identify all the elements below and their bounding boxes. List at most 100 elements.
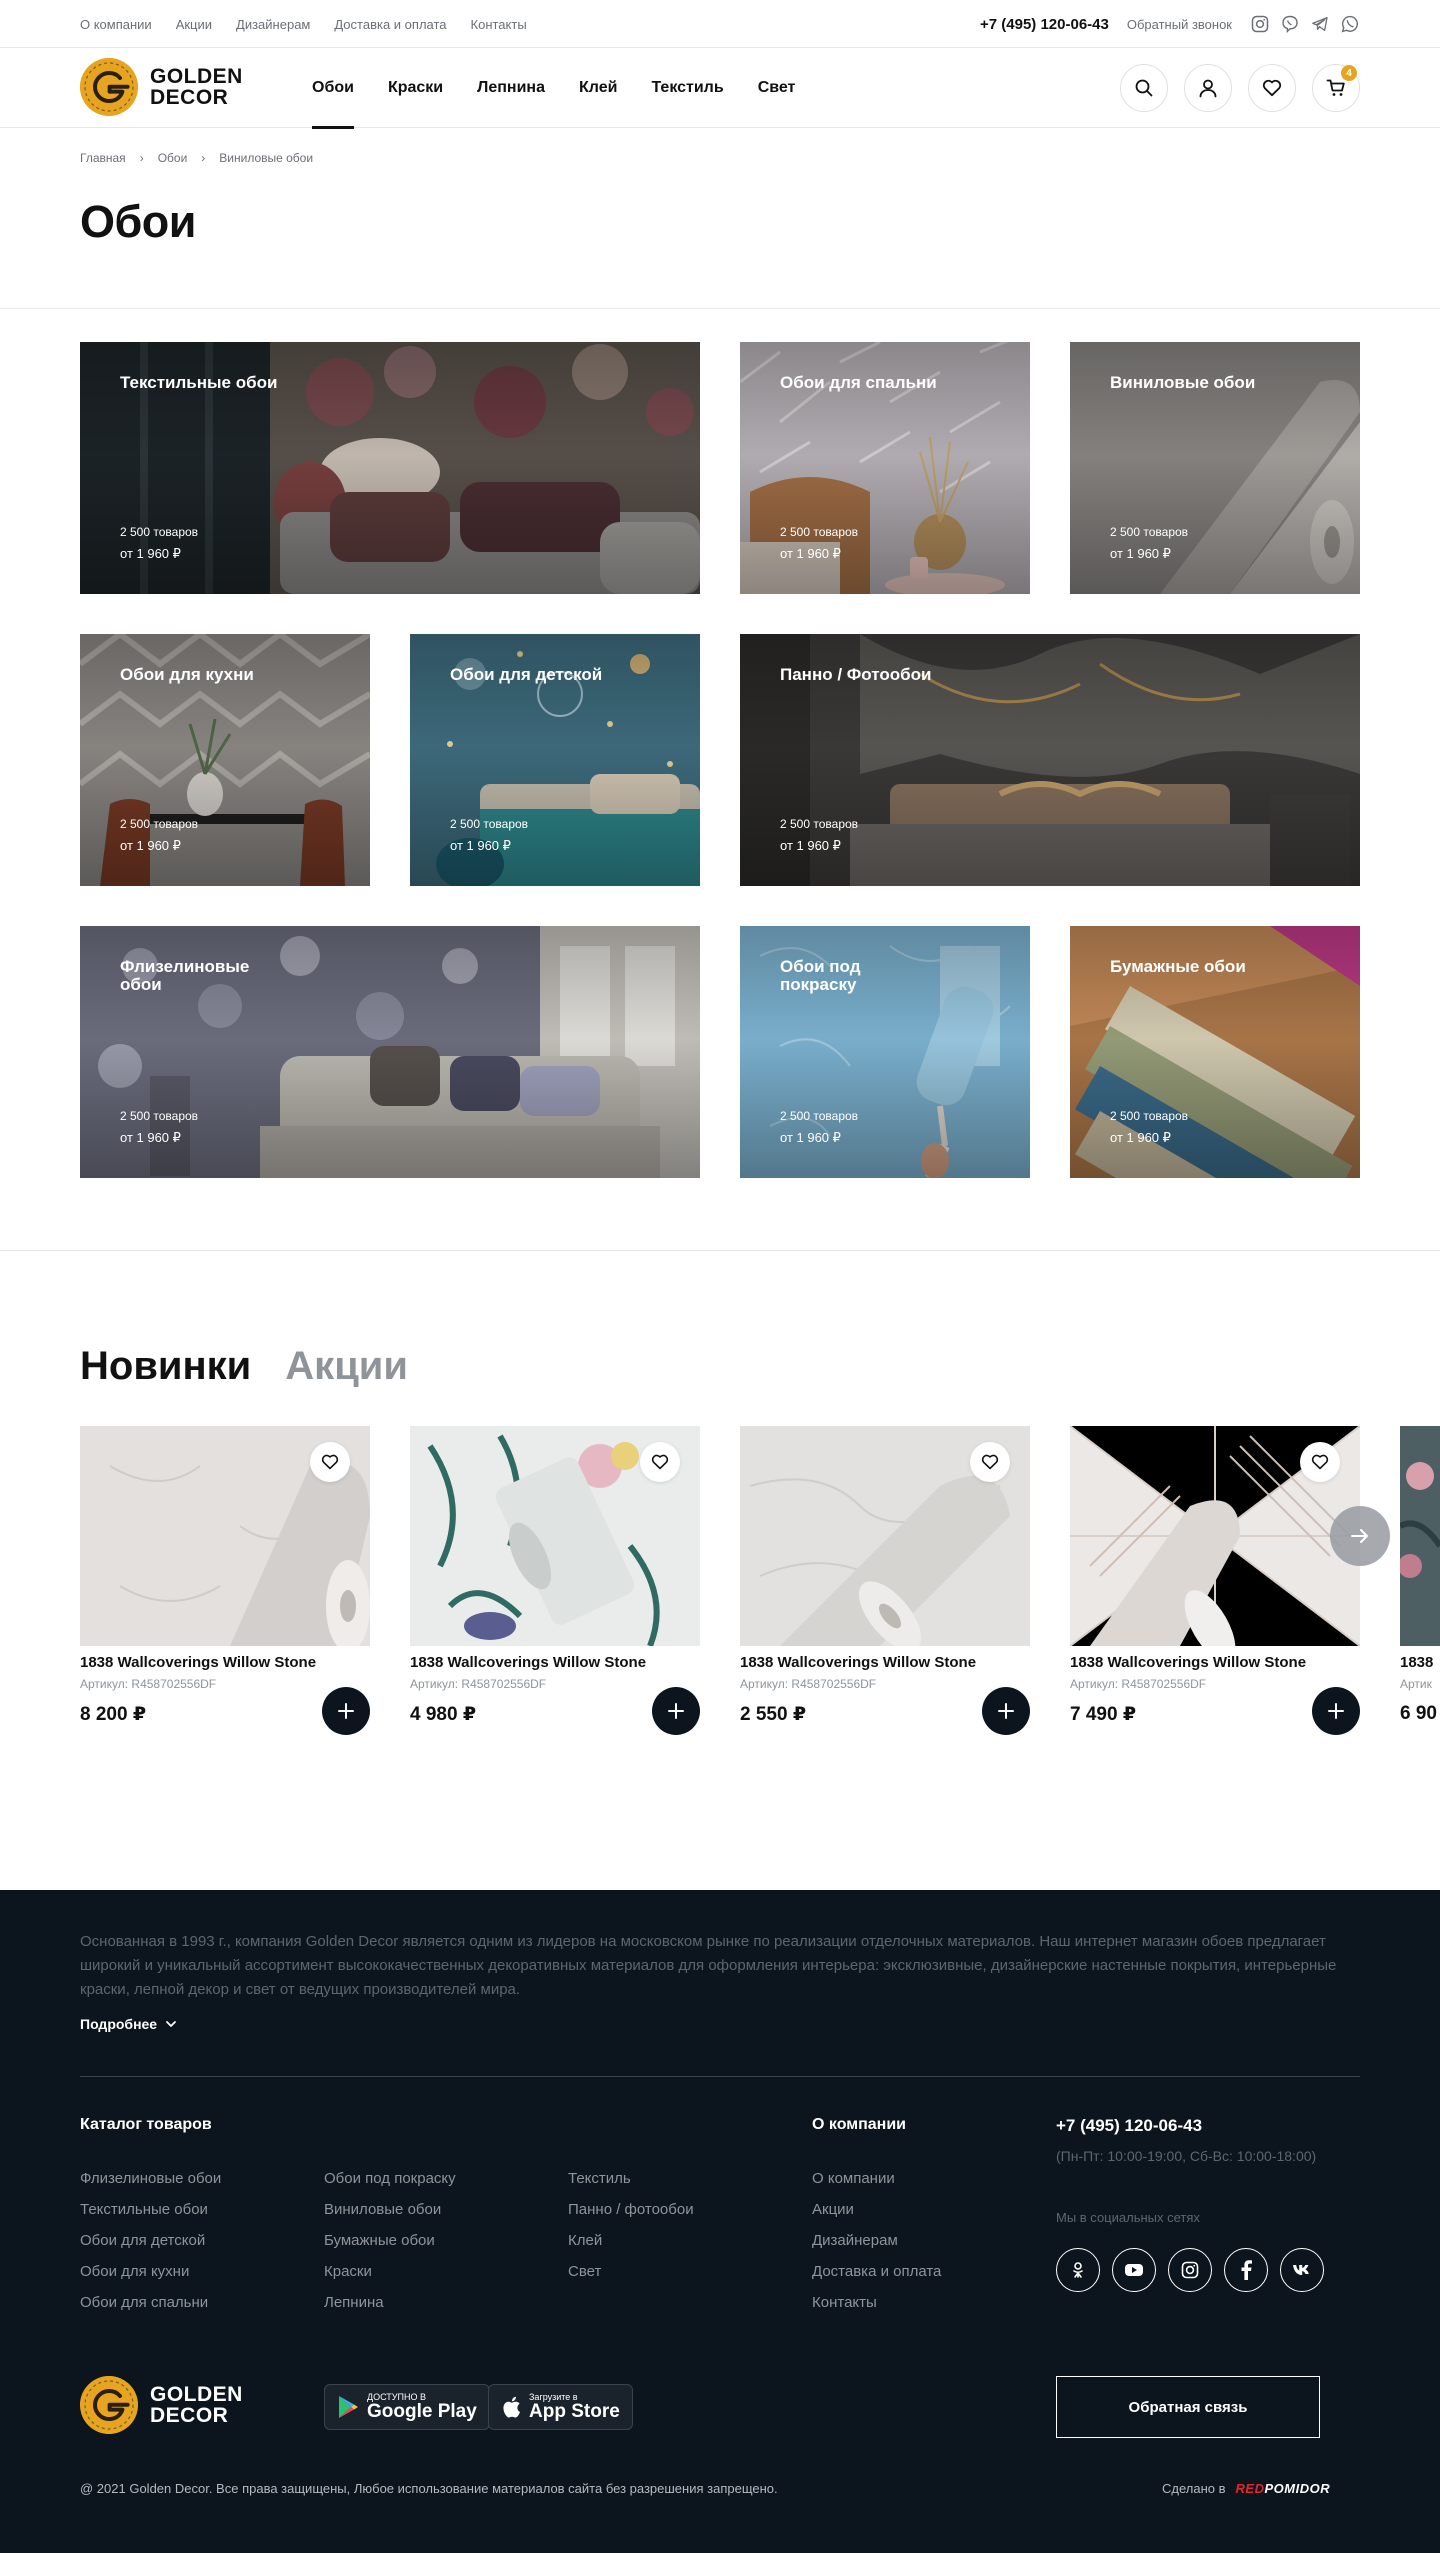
catalog-heading: Каталог товаров (80, 2116, 212, 2133)
product-card[interactable]: 1838 Wallcoverings Willow Stone Артикул:… (740, 1426, 1030, 1735)
product-name[interactable]: 1838 (1400, 1654, 1440, 1671)
carousel-next-button[interactable] (1330, 1506, 1390, 1566)
footer-link[interactable]: Обои под покраску (324, 2170, 456, 2187)
category-card-paper[interactable]: Бумажные обои 2 500 товаров от 1 960 ₽ (1070, 926, 1360, 1178)
odnoklassniki-icon[interactable] (1056, 2248, 1100, 2292)
red-pomidor-logo[interactable]: REDPOMIDOR (1236, 2481, 1331, 2496)
add-to-cart-button[interactable] (322, 1687, 370, 1735)
footer-link[interactable]: Дизайнерам (812, 2232, 941, 2249)
top-link-contacts[interactable]: Контакты (471, 17, 527, 32)
category-card-paintable[interactable]: Обои под покраску 2 500 товаров от 1 960… (740, 926, 1030, 1178)
nav-glue[interactable]: Клей (579, 48, 617, 128)
footer-phone[interactable]: +7 (495) 120-06-43 (1056, 2116, 1202, 2136)
google-play-text: ДОСТУПНО В Google Play (367, 2392, 477, 2422)
add-to-cart-button[interactable] (652, 1687, 700, 1735)
logo-line2: DECOR (150, 2404, 229, 2427)
category-price: от 1 960 ₽ (1110, 546, 1171, 561)
google-play-button[interactable]: ДОСТУПНО В Google Play (324, 2384, 490, 2430)
nav-textile[interactable]: Текстиль (651, 48, 723, 128)
breadcrumb: Главная › Обои › Виниловые обои (80, 151, 313, 165)
footer-link[interactable]: Обои для кухни (80, 2263, 221, 2280)
favorites-button[interactable] (1248, 64, 1296, 112)
product-name[interactable]: 1838 Wallcoverings Willow Stone (740, 1654, 1030, 1671)
product-image[interactable] (740, 1426, 1030, 1646)
footer-link[interactable]: Обои для детской (80, 2232, 221, 2249)
facebook-icon[interactable] (1224, 2248, 1268, 2292)
footer-link[interactable]: Контакты (812, 2294, 941, 2311)
footer-link[interactable]: Краски (324, 2263, 456, 2280)
footer-link[interactable]: Бумажные обои (324, 2232, 456, 2249)
instagram-icon[interactable] (1168, 2248, 1212, 2292)
favorite-button[interactable] (640, 1442, 680, 1482)
instagram-icon[interactable] (1250, 14, 1270, 34)
product-card[interactable]: 1838 Wallcoverings Willow Stone Артикул:… (1070, 1426, 1360, 1735)
footer-link[interactable]: Флизелиновые обои (80, 2170, 221, 2187)
footer-link[interactable]: Доставка и оплата (812, 2263, 941, 2280)
category-card-bedroom[interactable]: Обои для спальни 2 500 товаров от 1 960 … (740, 342, 1030, 594)
product-image[interactable] (410, 1426, 700, 1646)
category-card-kitchen[interactable]: Обои для кухни 2 500 товаров от 1 960 ₽ (80, 634, 370, 886)
footer-logo[interactable]: GOLDEN DECOR (80, 2376, 243, 2434)
footer-link[interactable]: Виниловые обои (324, 2201, 456, 2218)
top-link-promos[interactable]: Акции (176, 17, 212, 32)
product-name[interactable]: 1838 Wallcoverings Willow Stone (80, 1654, 370, 1671)
product-image[interactable] (1070, 1426, 1360, 1646)
add-to-cart-button[interactable] (1312, 1687, 1360, 1735)
favorite-button[interactable] (310, 1442, 350, 1482)
breadcrumb-wallpaper[interactable]: Обои (158, 151, 188, 165)
tab-new[interactable]: Новинки (80, 1344, 251, 1389)
top-link-designers[interactable]: Дизайнерам (236, 17, 310, 32)
category-count: 2 500 товаров (780, 525, 859, 539)
footer-link[interactable]: О компании (812, 2170, 941, 2187)
product-image[interactable] (1400, 1426, 1440, 1646)
product-card[interactable]: 1838 Wallcoverings Willow Stone Артикул:… (410, 1426, 700, 1735)
footer-link[interactable]: Лепнина (324, 2294, 456, 2311)
telegram-icon[interactable] (1310, 14, 1330, 34)
footer-link[interactable]: Свет (568, 2263, 694, 2280)
product-name[interactable]: 1838 Wallcoverings Willow Stone (1070, 1654, 1360, 1671)
youtube-icon[interactable] (1112, 2248, 1156, 2292)
vk-icon[interactable] (1280, 2248, 1324, 2292)
feedback-button[interactable]: Обратная связь (1056, 2376, 1320, 2438)
footer-link[interactable]: Обои для спальни (80, 2294, 221, 2311)
category-card-kids[interactable]: Обои для детской 2 500 товаров от 1 960 … (410, 634, 700, 886)
top-phone[interactable]: +7 (495) 120-06-43 (980, 16, 1109, 33)
breadcrumb-home[interactable]: Главная (80, 151, 126, 165)
product-image[interactable] (80, 1426, 370, 1646)
cart-count-badge: 4 (1341, 65, 1357, 81)
product-card[interactable]: 1838 Wallcoverings Willow Stone Артикул:… (80, 1426, 370, 1735)
footer-link[interactable]: Текстиль (568, 2170, 694, 2187)
search-button[interactable] (1120, 64, 1168, 112)
nav-paints[interactable]: Краски (388, 48, 443, 128)
callback-link[interactable]: Обратный звонок (1127, 17, 1232, 32)
top-link-about[interactable]: О компании (80, 17, 152, 32)
logo[interactable]: GOLDEN DECOR (80, 58, 243, 116)
footer-link[interactable]: Текстильные обои (80, 2201, 221, 2218)
category-card-fliseline[interactable]: Флизелиновые обои 2 500 товаров от 1 960… (80, 926, 700, 1178)
cart-button[interactable]: 4 (1312, 64, 1360, 112)
add-to-cart-button[interactable] (982, 1687, 1030, 1735)
nav-moldings[interactable]: Лепнина (477, 48, 545, 128)
account-button[interactable] (1184, 64, 1232, 112)
footer-link[interactable]: Панно / фотообои (568, 2201, 694, 2218)
category-card-panno[interactable]: Панно / Фотообои 2 500 товаров от 1 960 … (740, 634, 1360, 886)
footer-link[interactable]: Акции (812, 2201, 941, 2218)
product-card-partial[interactable]: 1838 Артик 6 90 (1400, 1426, 1440, 1725)
tab-promos[interactable]: Акции (285, 1344, 408, 1389)
nav-light[interactable]: Свет (758, 48, 796, 128)
category-card-textile[interactable]: Текстильные обои 2 500 товаров от 1 960 … (80, 342, 700, 594)
app-store-button[interactable]: Загрузите в App Store (488, 2384, 633, 2430)
nav-wallpaper[interactable]: Обои (312, 48, 354, 129)
whatsapp-icon[interactable] (1340, 14, 1360, 34)
category-count: 2 500 товаров (120, 817, 199, 831)
favorite-button[interactable] (970, 1442, 1010, 1482)
divider (0, 308, 1440, 309)
social-label: Мы в социальных сетях (1056, 2210, 1200, 2225)
more-button[interactable]: Подробнее (80, 2016, 177, 2032)
category-card-vinyl[interactable]: Виниловые обои 2 500 товаров от 1 960 ₽ (1070, 342, 1360, 594)
viber-icon[interactable] (1280, 14, 1300, 34)
footer-link[interactable]: Клей (568, 2232, 694, 2249)
favorite-button[interactable] (1300, 1442, 1340, 1482)
product-name[interactable]: 1838 Wallcoverings Willow Stone (410, 1654, 700, 1671)
top-link-delivery[interactable]: Доставка и оплата (334, 17, 446, 32)
